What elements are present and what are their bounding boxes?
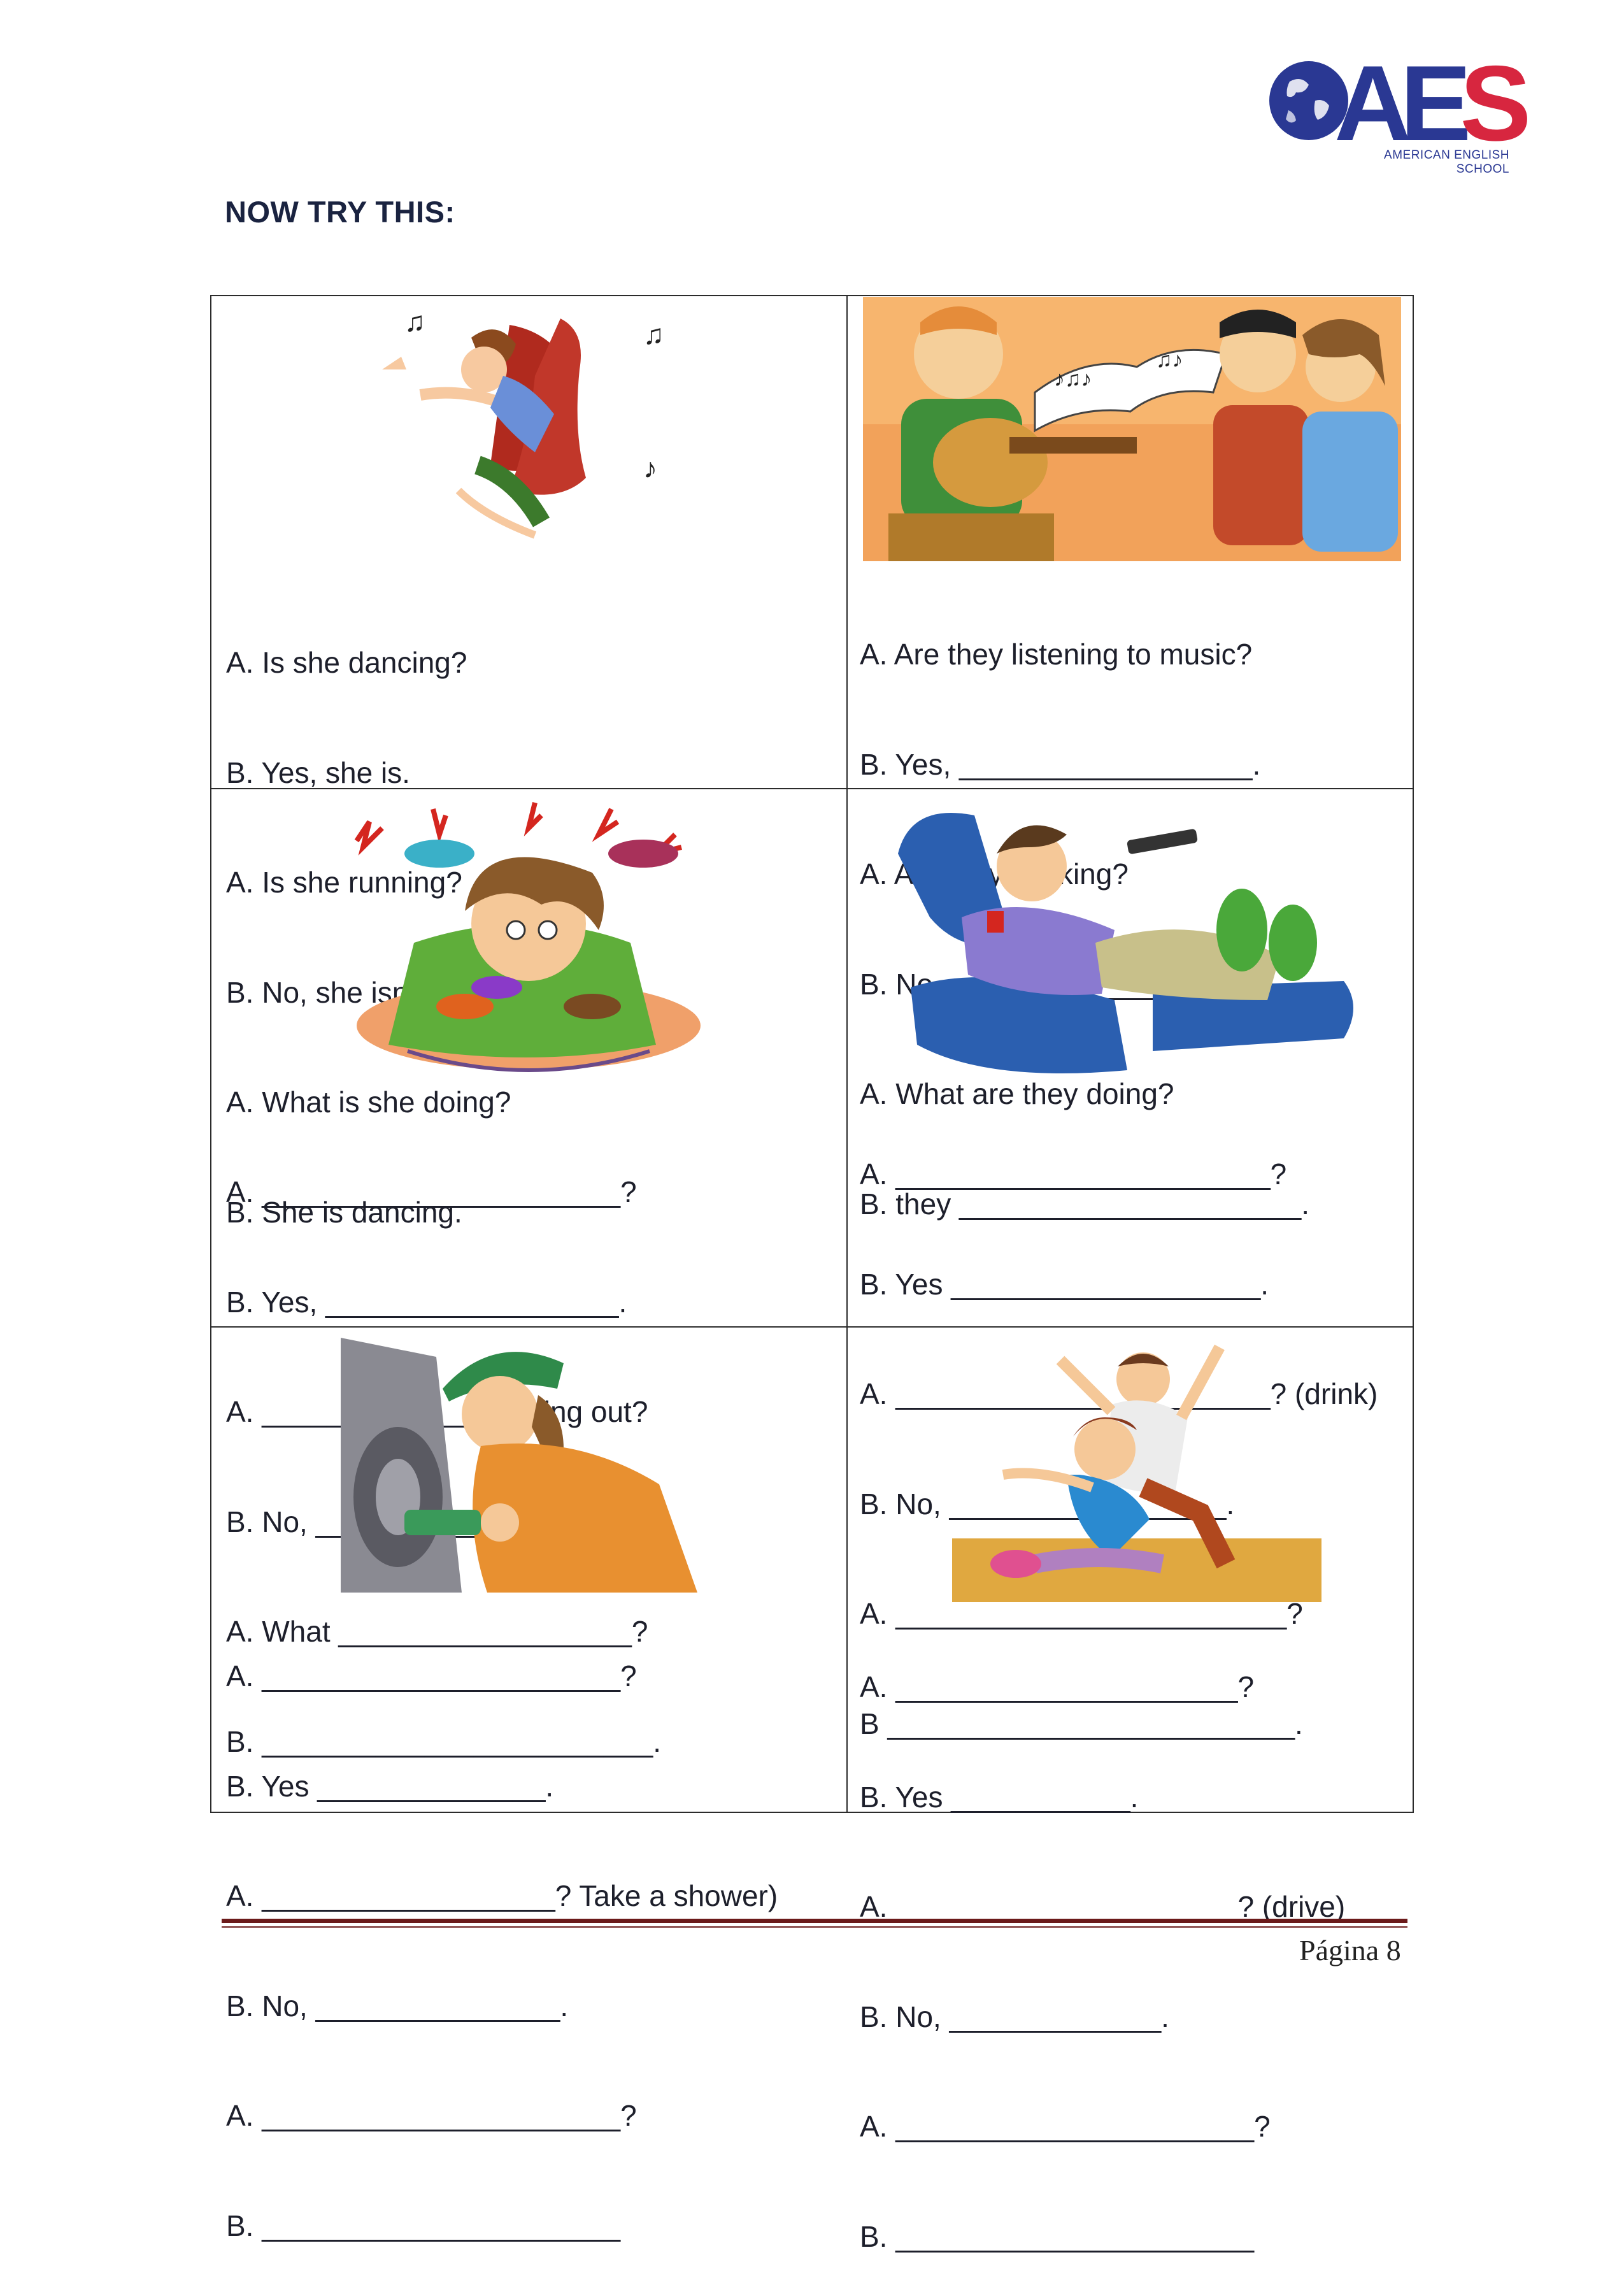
dialogue-line: B. ______________________ — [226, 2209, 621, 2242]
dialogue-line: B. Yes ___________. — [860, 1780, 1139, 1814]
dialogue-line: A. _______________________? — [860, 1157, 1287, 1191]
dialogue-line: A. ______________________? — [226, 1175, 637, 1208]
svg-text:♫: ♫ — [404, 306, 425, 338]
dialogue-line: A. ______________________? — [226, 1659, 637, 1693]
page-number: Página 8 — [1299, 1934, 1401, 1966]
dialogue-line: A. __________________? Take a shower) — [226, 1879, 778, 1912]
couple-dancing-illustration: ♫ ♫ ♪ — [382, 306, 664, 539]
dialogue-line: B. Yes ______________. — [226, 1769, 554, 1803]
man-relaxing-in-armchair-with-remote-illustration — [898, 813, 1353, 1073]
dialogue-line: A. Are they listening to music? — [860, 638, 1253, 671]
page-heading: NOW TRY THIS: — [225, 195, 455, 229]
dialogue-line: B. Yes, __________________. — [860, 747, 1261, 781]
dialogue-line: B. ______________________ — [860, 2219, 1255, 2253]
dialogue-line: A. _____________________? — [860, 1670, 1255, 1703]
dialogue-line: A. ______________________? — [226, 2099, 637, 2132]
dialogue-lines: A. _____________________? B. Yes _______… — [860, 1596, 1345, 2292]
dialogue-lines: A. ______________________? B. Yes ______… — [226, 1585, 778, 2281]
svg-text:♫: ♫ — [643, 319, 664, 350]
dialogue-line: A. Is she dancing? — [226, 646, 467, 679]
logo-subtitle: AMERICAN ENGLISH SCHOOL — [1384, 148, 1509, 176]
dialogue-line: A. ______________________? — [860, 2110, 1271, 2143]
table-column-divider — [846, 295, 848, 1813]
dialogue-line: B. No, _______________. — [226, 1989, 569, 2023]
svg-text:♪: ♪ — [643, 453, 657, 484]
couple-exercising-stretching-illustration — [952, 1344, 1321, 1602]
dialogue-line: B. Yes, __________________. — [226, 1285, 627, 1319]
footer-rule — [222, 1919, 1407, 1923]
aes-logo: AES AMERICAN ENGLISH SCHOOL — [1264, 50, 1531, 177]
footer-rule — [222, 1926, 1407, 1928]
dialogue-line: B. Yes, she is. — [226, 756, 410, 789]
logo-wordmark: AES — [1334, 43, 1531, 163]
mechanic-with-drill-at-car-illustration — [341, 1338, 697, 1593]
svg-text:♪♫♪: ♪♫♪ — [1054, 367, 1092, 391]
person-with-many-ringing-phones-illustration — [354, 802, 701, 1072]
dialogue-line: B. No, _____________. — [860, 2000, 1169, 2033]
dialogue-line: B. Yes ___________________. — [860, 1267, 1269, 1301]
man-playing-guitar-people-covering-ears-illustration: ♪♫♪ ♫♪ — [863, 297, 1401, 561]
svg-text:♫♪: ♫♪ — [1156, 348, 1183, 372]
